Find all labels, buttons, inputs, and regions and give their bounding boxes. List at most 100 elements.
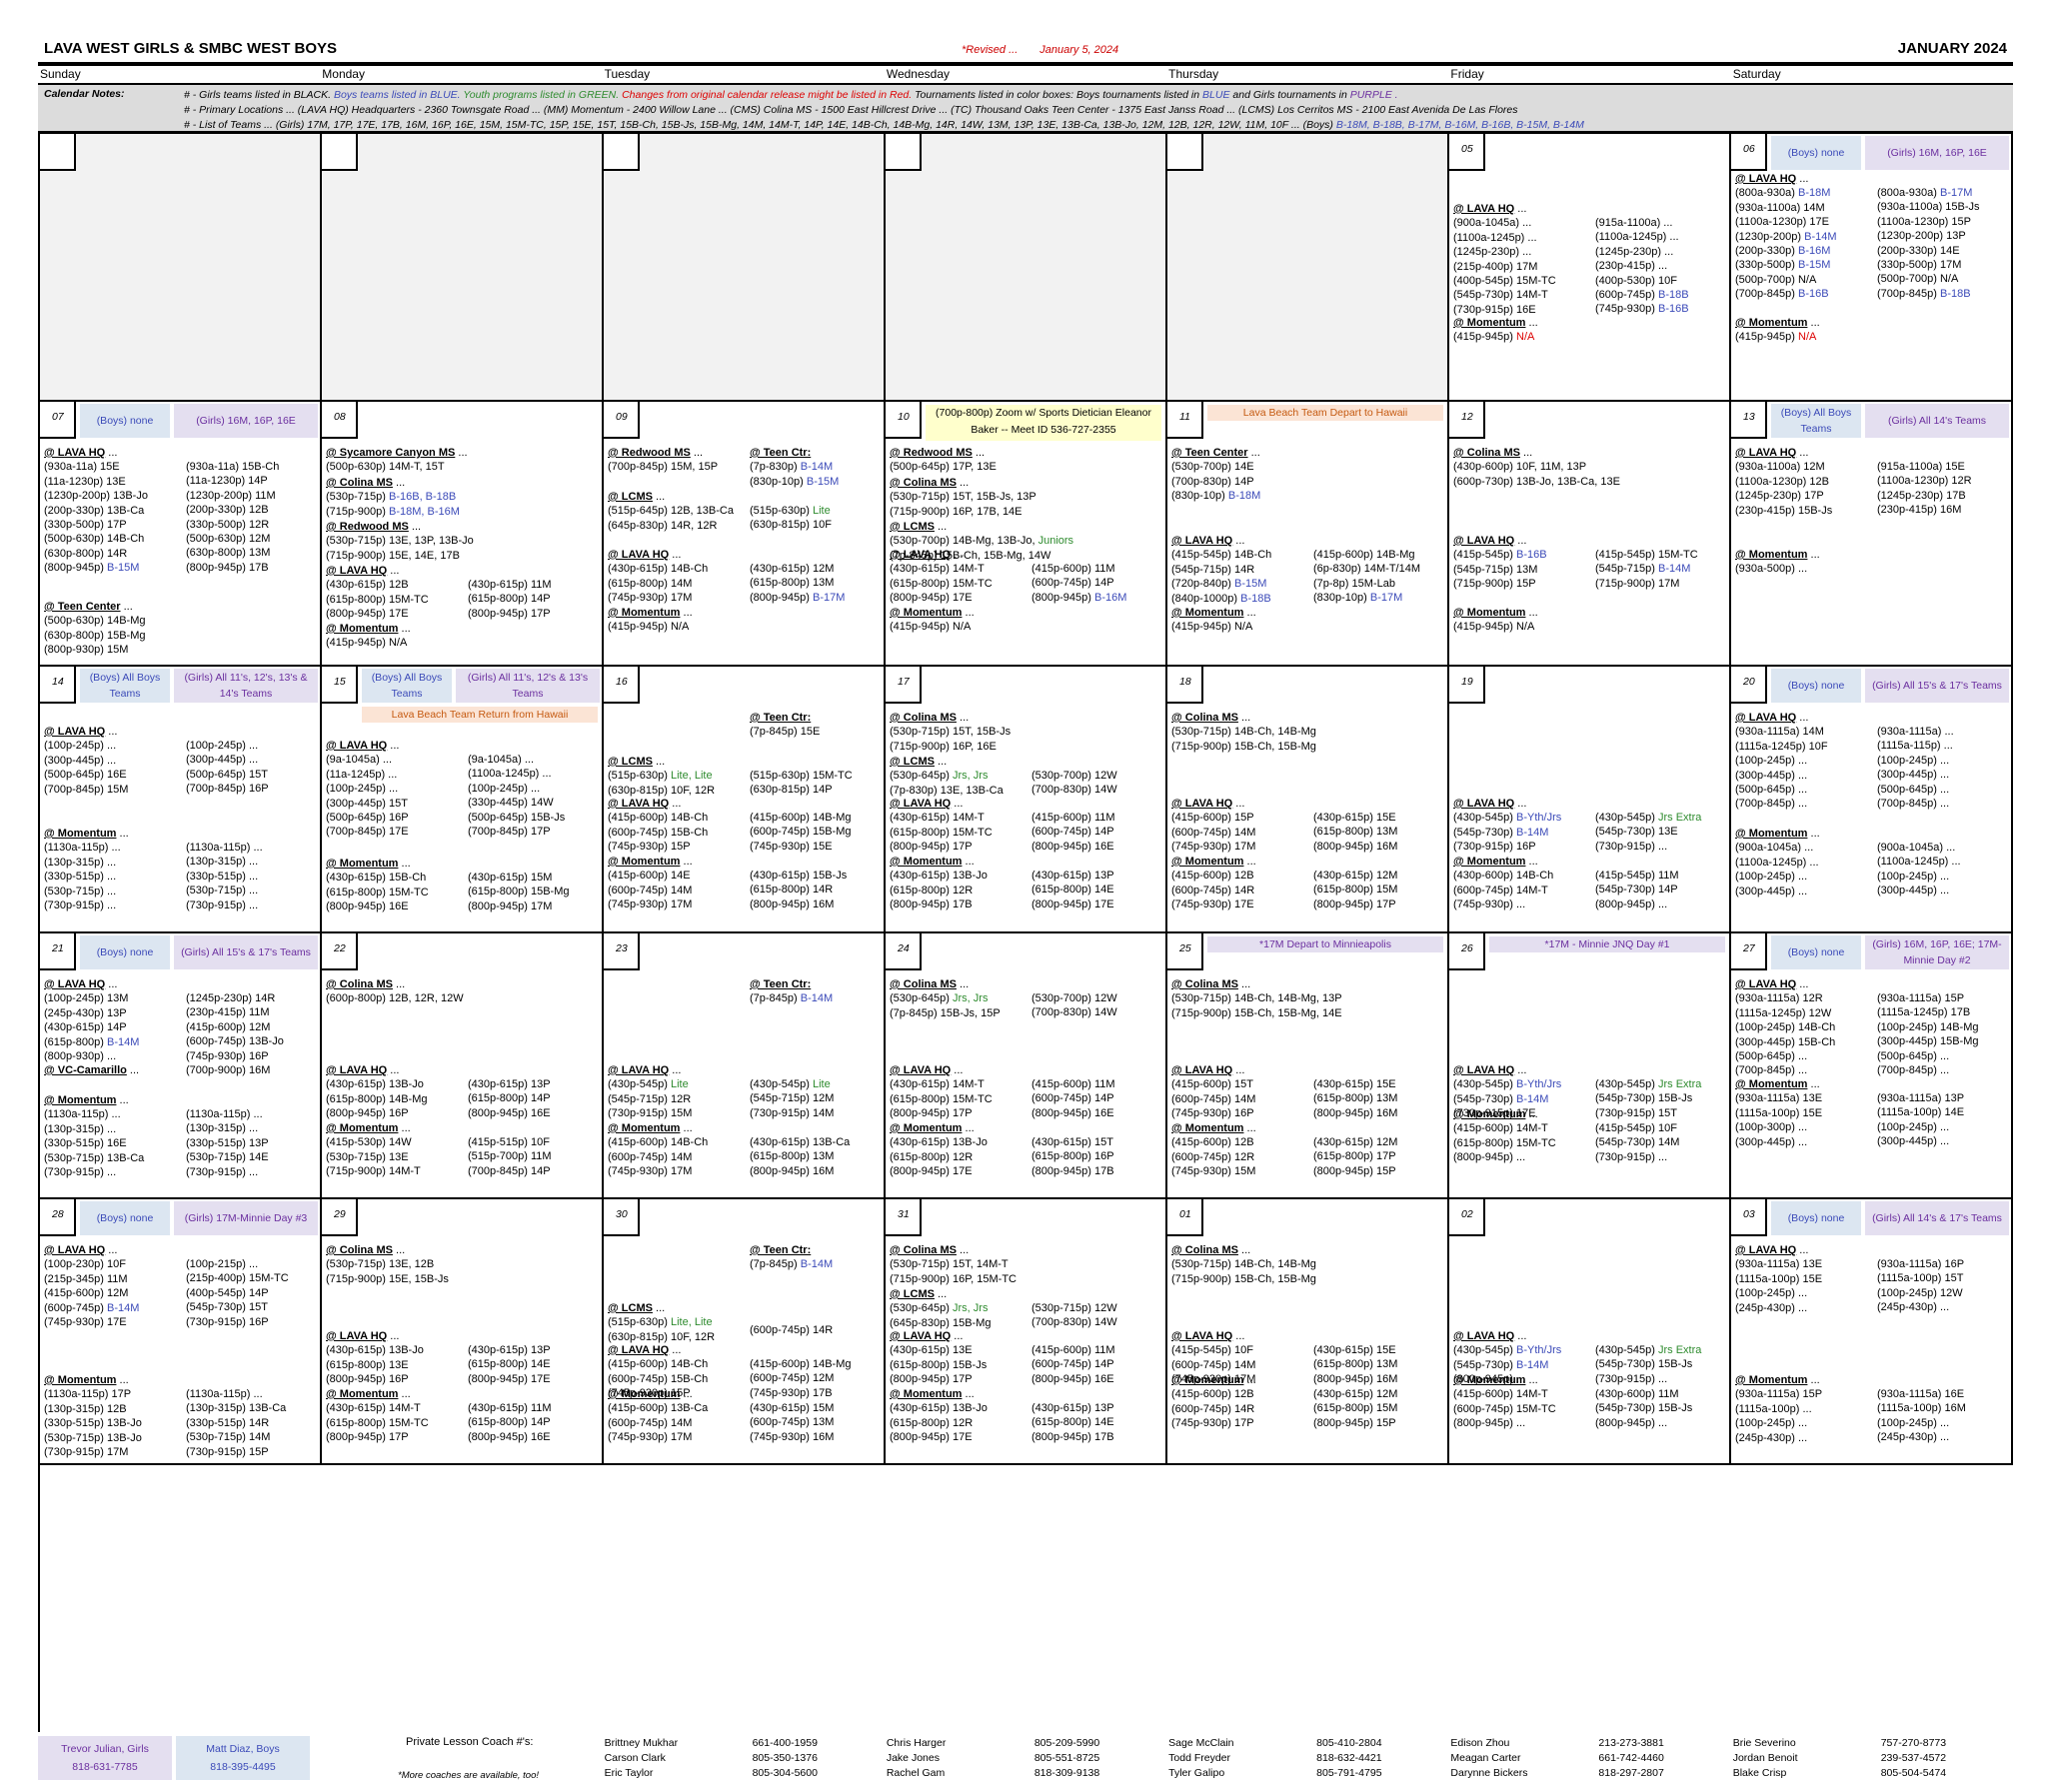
location-block: (430p-545p) Lite (545p-715p) 12M (730p-915… [750,1077,834,1120]
location-block: (415p-600p) 11M (600p-745p) 14P (800p-945p… [1031,811,1115,854]
entry-time-team: (230p-415p) 15B-Js [1735,504,1833,517]
entry-time-team: (645p-830p) 14R, 12R [608,519,718,532]
entry-highlight: B-15M [107,562,140,575]
schedule-entry: (415p-600p) 12B [1171,1135,1256,1149]
location-block: (430p-615p) 12M (615p-800p) 13M (800p-945p… [750,562,845,605]
entry-time-team: (130p-315p) 13B-Ca [186,1402,287,1415]
schedule-entry: (600p-745p) 14P [1031,576,1126,590]
location-tail: ... [455,447,468,459]
schedule-entry: (800p-945p) 15P [1313,1164,1397,1178]
girls-tournament-tag: (Girls) 16M, 16P, 16E [1865,136,2009,170]
schedule-entry: (800p-930p) ... [44,1049,139,1063]
entry-time-team: (415p-600p) 14B-Ch [608,1358,709,1371]
entry-time-team: (715p-900p) 16P, 17B, 14E [890,505,1023,518]
entry-time-team: (615p-800p) 13M [1313,1358,1398,1371]
entry-time-team: (500p-630p) 12M [186,533,271,546]
location-heading: @ Teen Center ... [44,600,146,614]
location-tail: ... [956,477,970,489]
entry-time-team: (615p-800p) 13M [750,1150,835,1163]
entry-time-team: (400p-545p) 14P [186,1286,269,1299]
schedule-entry: (545p-730p) 14P [1595,883,1679,896]
entry-time-team: (1245p-230p) 17B [1877,489,1966,502]
entry-highlight: B-17M [813,591,846,604]
schedule-entry: (745p-930p) 16P [186,1049,284,1063]
entry-time-team: (430p-615p) 13B-Ca [750,1136,851,1148]
entry-highlight: B-14M [1516,1092,1549,1105]
location-name: @ Momentum [1453,607,1526,619]
entry-time-team: (730p-915p) 17M [44,1446,129,1459]
schedule-entry: (430p-615p) 13B-Jo [890,869,988,883]
entry-time-team: (415p-530p) 14W [326,1136,412,1149]
schedule-entry: (1130a-115p) ... [44,1107,144,1121]
entry-time-team: (615p-800p) 12R [890,1416,974,1429]
location-heading: @ LAVA HQ ... [890,1329,987,1343]
entry-time-team: (545p-730p) 14M-T [1453,289,1548,302]
location-heading: @ Colina MS ... [326,476,460,490]
schedule-entry: (200p-330p) B-16M [1735,244,1837,258]
day-cell: 14 (Boys) All Boys Teams (Girls) All 11's,… [40,667,322,933]
entry-time-team: (330p-445p) 14W [468,797,554,810]
coach-name: Meagan Carter [1450,1752,1521,1764]
location-tail: ... [1237,712,1251,724]
schedule-entry: (100p-230p) 10F [44,1257,139,1271]
schedule-entry: (800p-945p) 17B [890,897,988,911]
location-name: @ Momentum [1453,1374,1526,1386]
schedule-entry: (1115a-100p) 15E [1735,1272,1822,1286]
location-heading: @ Momentum ... [608,1121,708,1135]
event-banner: *17M Depart to Minnieapolis [1207,936,1443,952]
schedule-entry: (415p-600p) 11M [1031,1343,1115,1357]
entry-time-team: (745p-930p) 17E [44,1316,127,1329]
entry-time-team: (500p-645p) 15T [186,768,268,781]
location-tail: ... [1525,856,1538,868]
entry-time-team: (630p-815p) 14P [750,784,833,797]
schedule-entry: (6p-830p) 14M-T/14M [1313,562,1420,576]
note-purple-word: PURPLE . [1349,89,1398,101]
entry-time-team: (545p-715p) 12R [608,1092,692,1105]
day-number: 16 [604,667,640,704]
entry-time-team: (1115a-1245p) 12W [1735,1006,1832,1019]
day-cell: 19 @ LAVA HQ ... (430p-545p) B-Yth/Jrs (545… [1449,667,1731,933]
entry-time-team: (1115a-100p) 16M [1877,1402,1966,1415]
entry-time-team: (645p-830p) 15B-Mg [890,1316,992,1329]
schedule-entry: (415p-545p) 10F [1595,1121,1679,1135]
location-heading: @ Teen Ctr: [750,446,839,460]
schedule-entry: (615p-800p) 13M [1313,825,1397,839]
entry-time-team: (415p-600p) 15T [1171,1078,1253,1091]
location-heading: @ LAVA HQ ... [1735,446,1832,460]
location-heading: @ LCMS ... [608,755,715,769]
entry-time-team: (430p-615p) 14M-T [890,1078,985,1091]
entry-time-team: (800p-945p) 15P [1313,1164,1396,1177]
entry-time-team: (1130a-115p) ... [44,1108,121,1121]
schedule-entry: (700p-845p) 16P [186,782,269,796]
schedule-entry: (545p-730p) 15T [186,1300,289,1314]
entry-time-team: (430p-615p) 13B-Jo [326,1078,424,1091]
schedule-entry: (730p-915p) ... [1595,840,1701,854]
location-block: @ Momentum ... (430p-615p) 15B-Ch (615p-80… [326,857,429,914]
location-name: @ LAVA HQ [1453,798,1515,810]
schedule-entry: (800p-945p) 16M [750,897,847,911]
location-heading: @ Momentum ... [44,827,129,841]
day-cell: 12 @ Colina MS ... (430p-600p) 10F, 11M, 1… [1449,402,1731,667]
entry-time-team: (7p-845p) 15B-Js, 15P [890,1006,1001,1019]
location-block: @ Colina MS ... (530p-715p) 14B-Ch, 14B-M… [1171,1243,1316,1286]
location-block: (915a-1100a) ... (1100a-1245p) ... (1245p-… [1595,216,1689,317]
schedule-entry: (415p-600p) 11M [1031,562,1126,576]
day-cell: 24 @ Colina MS ... (530p-645p) Jrs, Jrs (7p… [886,933,1167,1199]
entry-time-team: (800p-945p) 16M [1313,1372,1398,1385]
coach-column: Chris Harger 805-209-5990 Jake Jones 805-55… [887,1736,1099,1781]
entry-time-team: (330p-500p) 12R [186,518,270,531]
boys-tournament-tag: (Boys) none [80,1201,170,1235]
schedule-entry: (300p-445p) ... [1877,884,1961,897]
entry-highlight: B-14M [1658,563,1691,576]
location-block: @ LAVA HQ ... (930a-11a) 15E (11a-1230p) 1… [44,446,148,576]
day-cell: 21 (Boys) none (Girls) All 15's & 17's Tea… [40,933,322,1199]
coach-row: Chris Harger 805-209-5990 [887,1736,1099,1751]
schedule-entry: (615p-800p) 13E [326,1358,424,1372]
entry-time-team: (615p-800p) 12R [890,1150,974,1163]
entry-time-team: (415p-600p) 12B [1171,1136,1254,1149]
entry-time-team: (530p-715p) 14M [186,1431,271,1444]
schedule-entry: (100p-245p) ... [1877,754,1954,768]
location-heading: @ Momentum ... [608,1387,708,1401]
schedule-entry: (700p-845p) 17E [326,825,409,839]
schedule-entry: (745p-930p) 17P [1171,1416,1256,1430]
